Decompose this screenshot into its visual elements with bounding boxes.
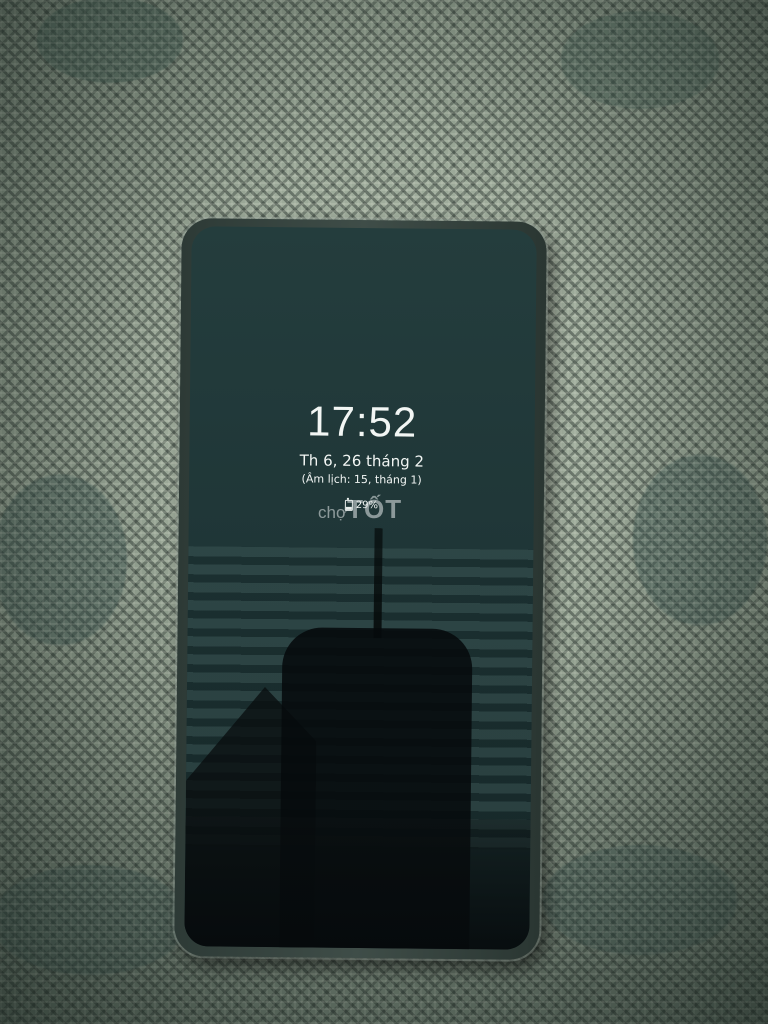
screen-shadow [184,816,531,950]
watermark-logo: chợ TỐT [318,494,402,525]
watermark-big-text: TỐT [347,494,403,524]
smartphone: 17:52 Th 6, 26 tháng 2 (Âm lịch: 15, thá… [174,218,547,960]
lockscreen-date: Th 6, 26 tháng 2 [299,451,425,471]
watermark-small-text: chợ [318,503,348,522]
lockscreen-clock: 17:52 [306,397,418,446]
lockscreen-lunar-date: (Âm lịch: 15, tháng 1) [301,472,422,487]
cord-reflection [373,528,383,639]
phone-screen: 17:52 Th 6, 26 tháng 2 (Âm lịch: 15, thá… [184,226,537,950]
